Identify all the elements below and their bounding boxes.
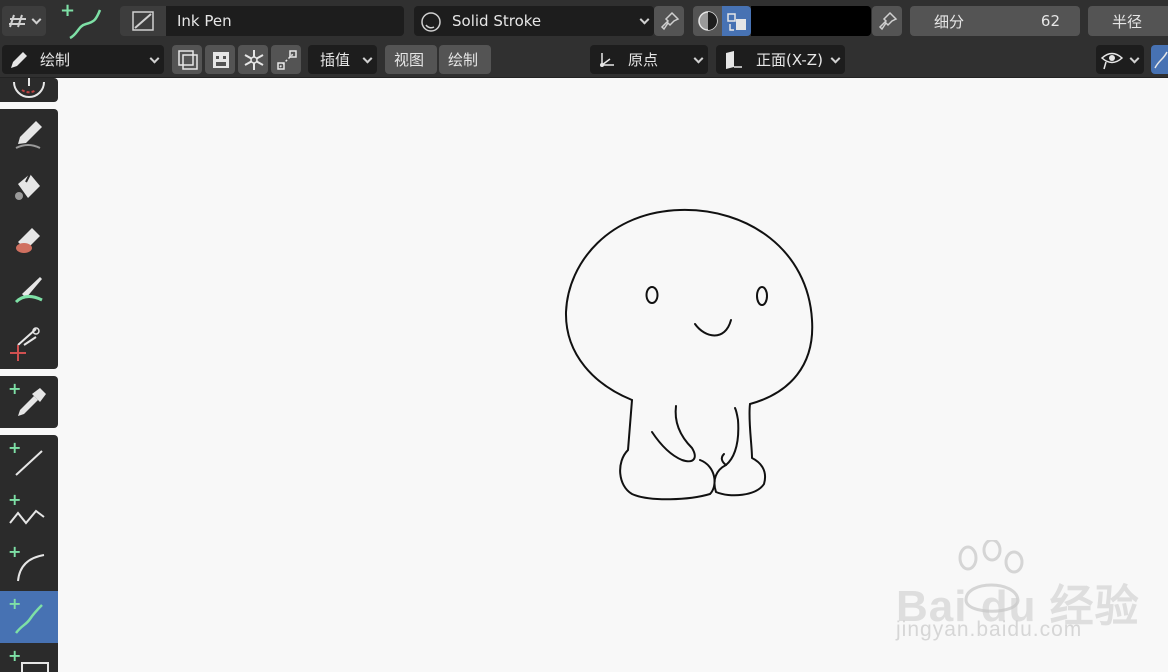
watermark-url: jingyan.baidu.com	[896, 618, 1083, 641]
